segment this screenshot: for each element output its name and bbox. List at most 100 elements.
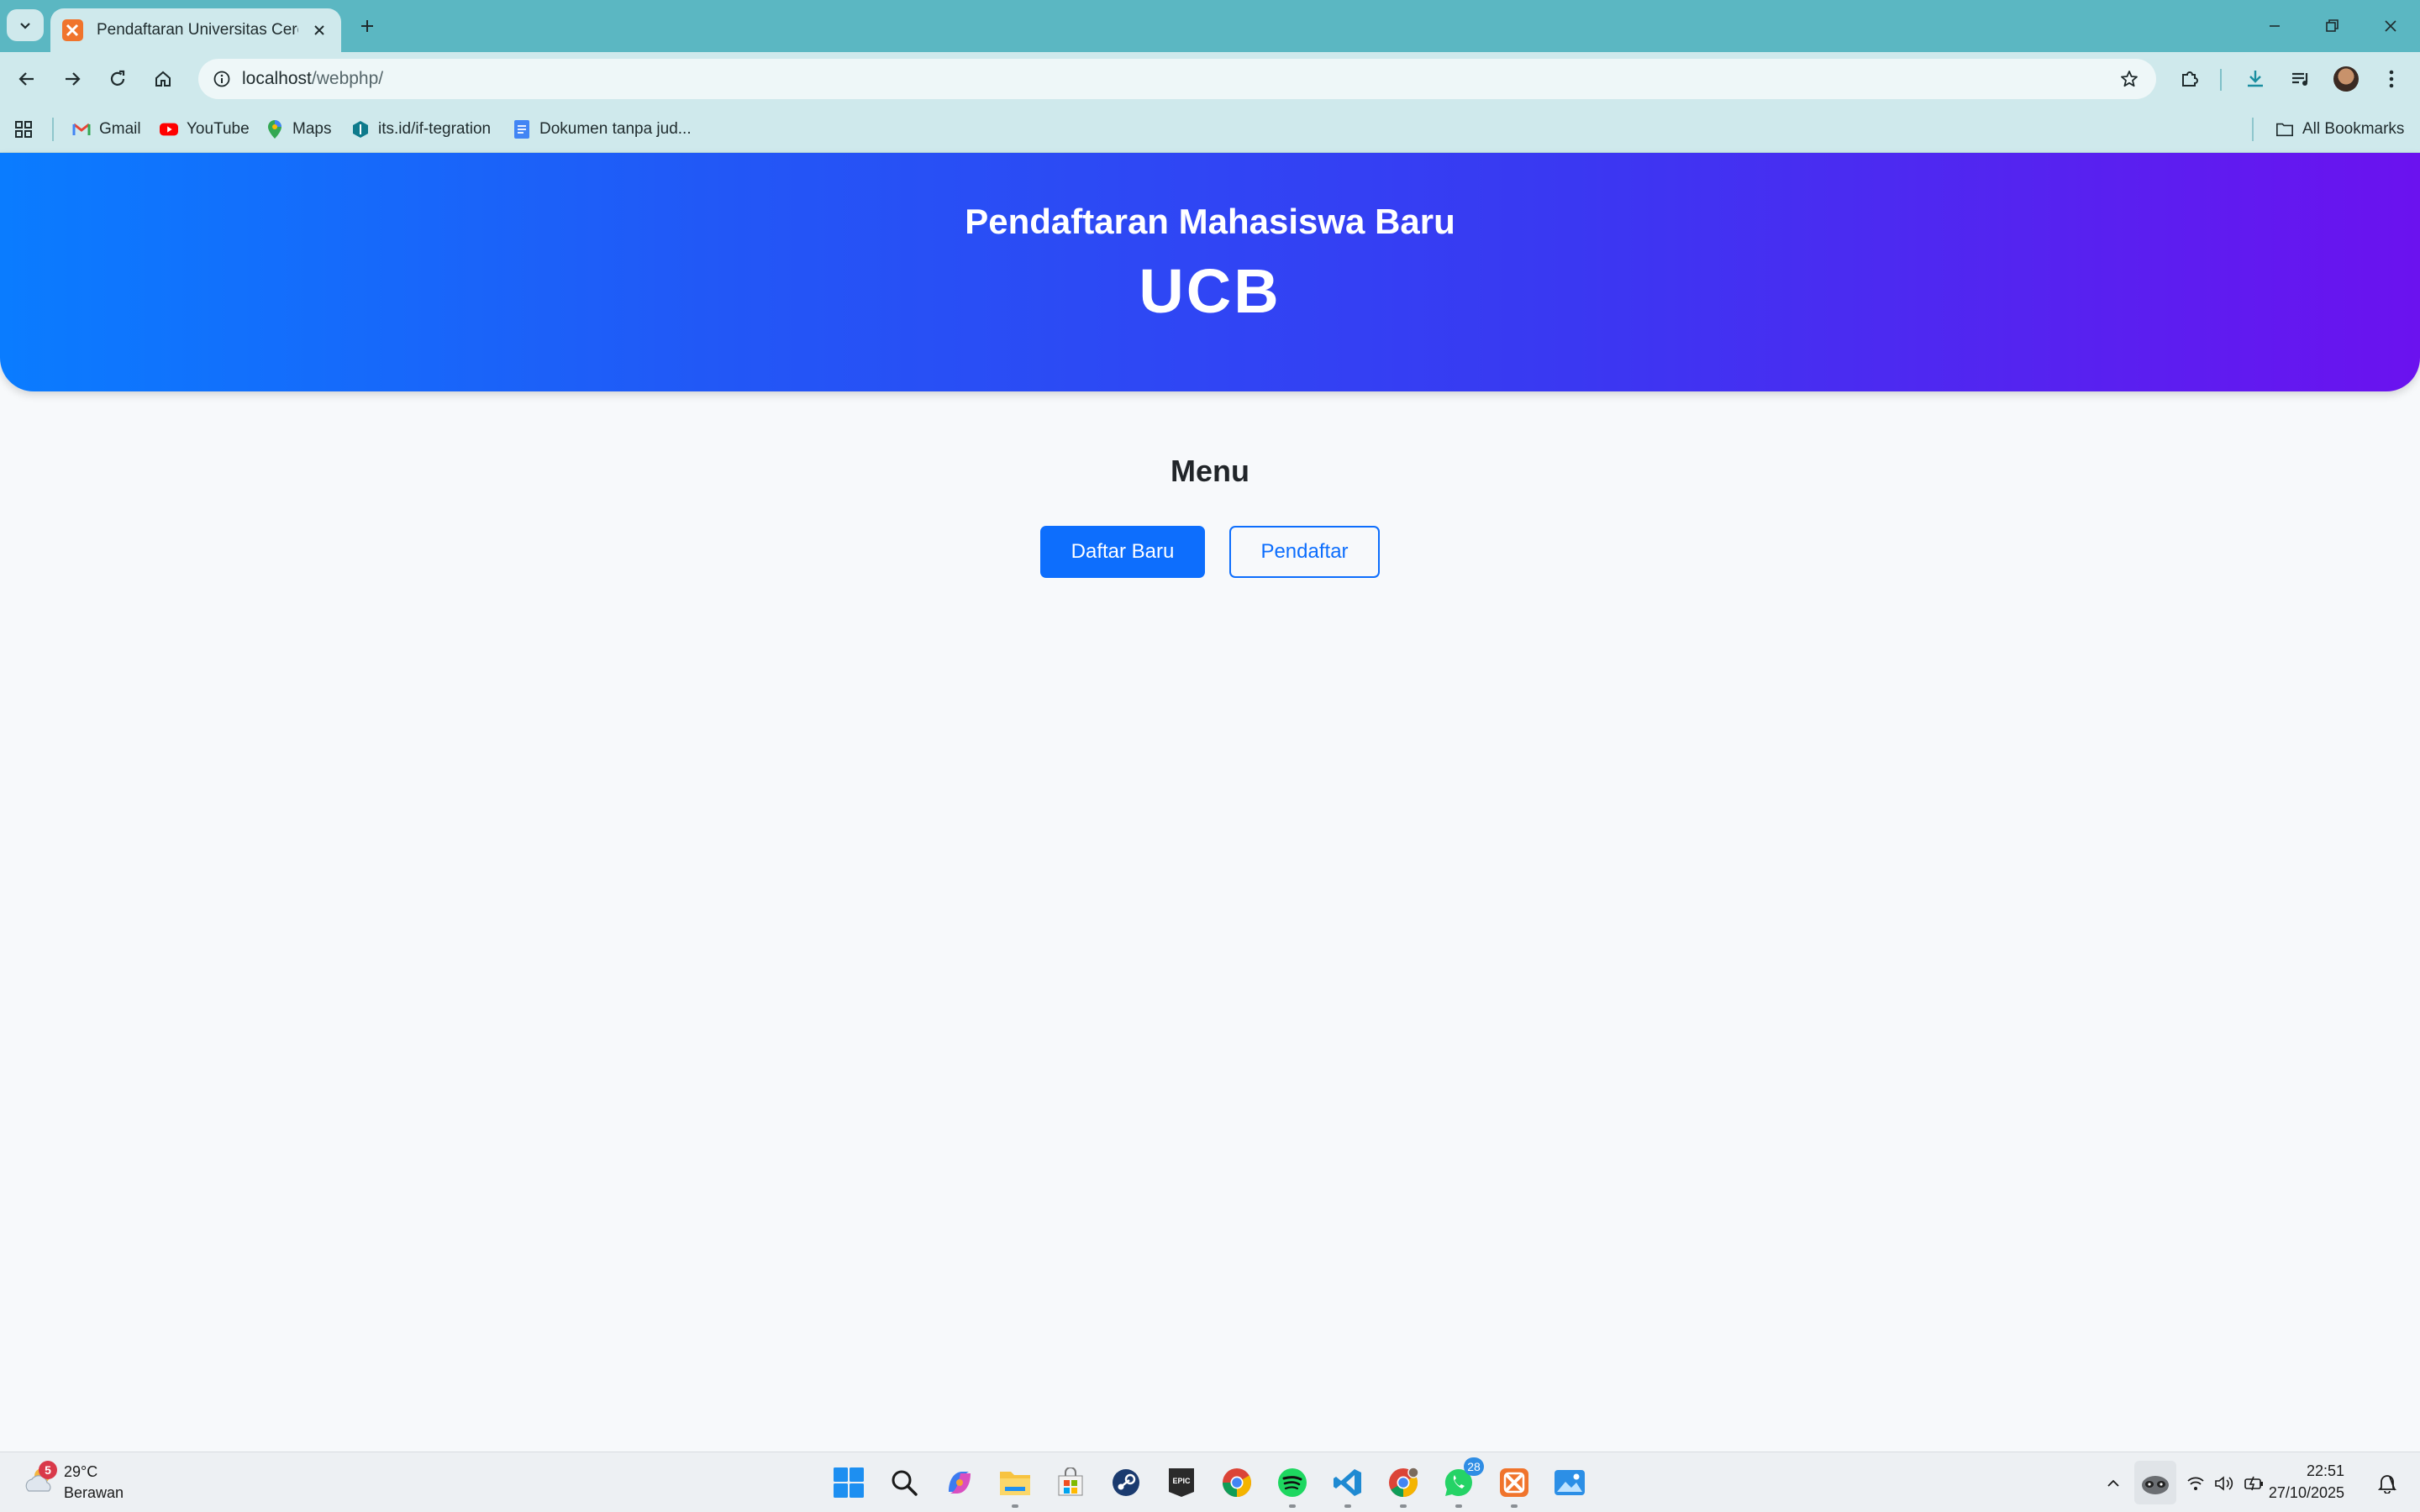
windows-taskbar: 5 29°C Berawan EPIC 28 22:51 27/10/2025 <box>0 1452 2420 1512</box>
running-indicator <box>1289 1504 1296 1508</box>
bookmark-label: its.id/if-tegration <box>378 120 492 138</box>
browser-tab-active[interactable]: Pendaftaran Universitas Cerdas <box>50 8 341 52</box>
copilot-app[interactable] <box>939 1462 980 1503</box>
photos-icon <box>1555 1470 1585 1495</box>
hero-header: Pendaftaran Mahasiswa Baru UCB <box>0 153 2420 391</box>
weather-badge: 5 <box>39 1461 57 1479</box>
microsoft-store-app[interactable] <box>1050 1462 1091 1503</box>
address-bar[interactable]: localhost/webphp/ <box>198 59 2156 99</box>
home-button[interactable] <box>146 62 180 96</box>
bookmark-youtube[interactable]: YouTube <box>160 116 250 143</box>
bookmark-its[interactable]: its.id/if-tegration <box>351 116 491 143</box>
xampp-app[interactable] <box>1494 1462 1534 1508</box>
plus-icon <box>361 20 373 32</box>
wifi-status[interactable] <box>2183 1471 2208 1496</box>
its-icon <box>351 120 370 139</box>
vscode-icon <box>1334 1469 1361 1496</box>
university-name: UCB <box>1139 256 1281 326</box>
start-button[interactable] <box>829 1462 869 1503</box>
notification-center-button[interactable] <box>2375 1471 2400 1496</box>
bookmarks-separator <box>52 118 54 141</box>
profile-button[interactable] <box>2329 62 2363 96</box>
bookmark-maps[interactable]: Maps <box>266 116 331 143</box>
battery-status[interactable] <box>2242 1471 2267 1496</box>
bookmark-label: Gmail <box>99 120 141 138</box>
site-info-icon[interactable] <box>210 67 234 91</box>
page-title: Pendaftaran Mahasiswa Baru <box>965 202 1455 241</box>
running-indicator <box>1344 1504 1351 1508</box>
running-indicator <box>1455 1504 1462 1508</box>
puzzle-icon <box>2182 71 2198 87</box>
reload-button[interactable] <box>101 62 134 96</box>
daftar-baru-button[interactable]: Daftar Baru <box>1040 526 1205 578</box>
pendaftar-button[interactable]: Pendaftar <box>1229 526 1380 578</box>
tab-search-button[interactable] <box>7 9 44 41</box>
running-indicator <box>1012 1504 1018 1508</box>
bookmark-label: YouTube <box>187 120 250 138</box>
all-bookmarks-button[interactable]: All Bookmarks <box>2275 116 2404 143</box>
steam-app[interactable] <box>1106 1462 1146 1503</box>
speaker-icon <box>2215 1476 2233 1491</box>
kebab-menu-icon <box>2389 70 2394 88</box>
bookmark-label: Dokumen tanpa jud... <box>539 120 692 138</box>
youtube-icon <box>160 120 178 139</box>
volume-status[interactable] <box>2212 1471 2237 1496</box>
arrow-right-icon <box>66 72 81 86</box>
maps-icon <box>266 120 284 139</box>
avatar <box>2333 66 2359 92</box>
download-icon <box>2248 71 2263 87</box>
copilot-icon <box>949 1472 971 1494</box>
bookmarks-separator <box>2252 118 2254 141</box>
toolbar-separator <box>2220 69 2222 91</box>
menu-heading: Menu <box>1171 454 1249 488</box>
weather-temp: 29°C <box>64 1463 98 1480</box>
close-window-button[interactable] <box>2375 10 2407 42</box>
back-button[interactable] <box>10 62 44 96</box>
vscode-app[interactable] <box>1328 1462 1368 1508</box>
new-tab-button[interactable] <box>353 12 381 40</box>
close-icon <box>2385 20 2396 32</box>
url-path: /webphp/ <box>311 69 384 88</box>
epic-games-app[interactable]: EPIC <box>1161 1462 1202 1503</box>
url-text[interactable]: localhost/webphp/ <box>242 69 383 89</box>
restore-icon <box>2326 19 2338 32</box>
arrow-left-icon <box>18 72 34 86</box>
media-control-button[interactable] <box>2284 62 2317 96</box>
tab-close-icon[interactable] <box>308 19 329 41</box>
raccoon-icon <box>2142 1476 2169 1494</box>
photos-app[interactable] <box>1549 1462 1590 1503</box>
running-indicator <box>1400 1504 1407 1508</box>
folder-icon <box>1000 1472 1030 1495</box>
home-icon <box>155 71 171 87</box>
tab-title: Pendaftaran Universitas Cerdas <box>96 21 298 39</box>
chevron-down-icon <box>20 23 30 29</box>
restore-button[interactable] <box>2316 10 2348 42</box>
svg-text:EPIC: EPIC <box>1172 1477 1191 1485</box>
windows-logo-icon <box>834 1467 864 1498</box>
spotify-app[interactable] <box>1272 1462 1313 1508</box>
browser-menu-button[interactable] <box>2375 62 2408 96</box>
chrome-app[interactable] <box>1217 1462 1257 1503</box>
downloads-button[interactable] <box>2238 62 2272 96</box>
notification-badge: 28 <box>1464 1457 1484 1476</box>
bookmark-docs[interactable]: Dokumen tanpa jud... <box>513 116 692 143</box>
taskbar-search-button[interactable] <box>884 1462 924 1503</box>
chrome-profile-app[interactable] <box>1383 1462 1423 1508</box>
all-bookmarks-label: All Bookmarks <box>2302 120 2405 138</box>
url-host: localhost <box>242 69 312 88</box>
bookmark-star-icon[interactable] <box>2118 67 2141 91</box>
tray-overflow-button[interactable] <box>2101 1471 2126 1496</box>
gmail-icon <box>72 120 91 139</box>
minimize-button[interactable] <box>2259 10 2291 42</box>
whatsapp-app[interactable]: 28 <box>1439 1457 1484 1508</box>
chrome-icon <box>1223 1468 1251 1497</box>
file-explorer-app[interactable] <box>995 1462 1035 1508</box>
epic-games-icon: EPIC <box>1169 1468 1194 1497</box>
tray-app-icon[interactable] <box>2134 1461 2176 1504</box>
forward-button[interactable] <box>55 62 89 96</box>
bookmark-gmail[interactable]: Gmail <box>72 116 141 143</box>
chrome-icon <box>1389 1467 1419 1497</box>
extensions-button[interactable] <box>2173 62 2207 96</box>
minimize-icon <box>2270 25 2280 27</box>
apps-grid-icon[interactable] <box>12 118 35 141</box>
